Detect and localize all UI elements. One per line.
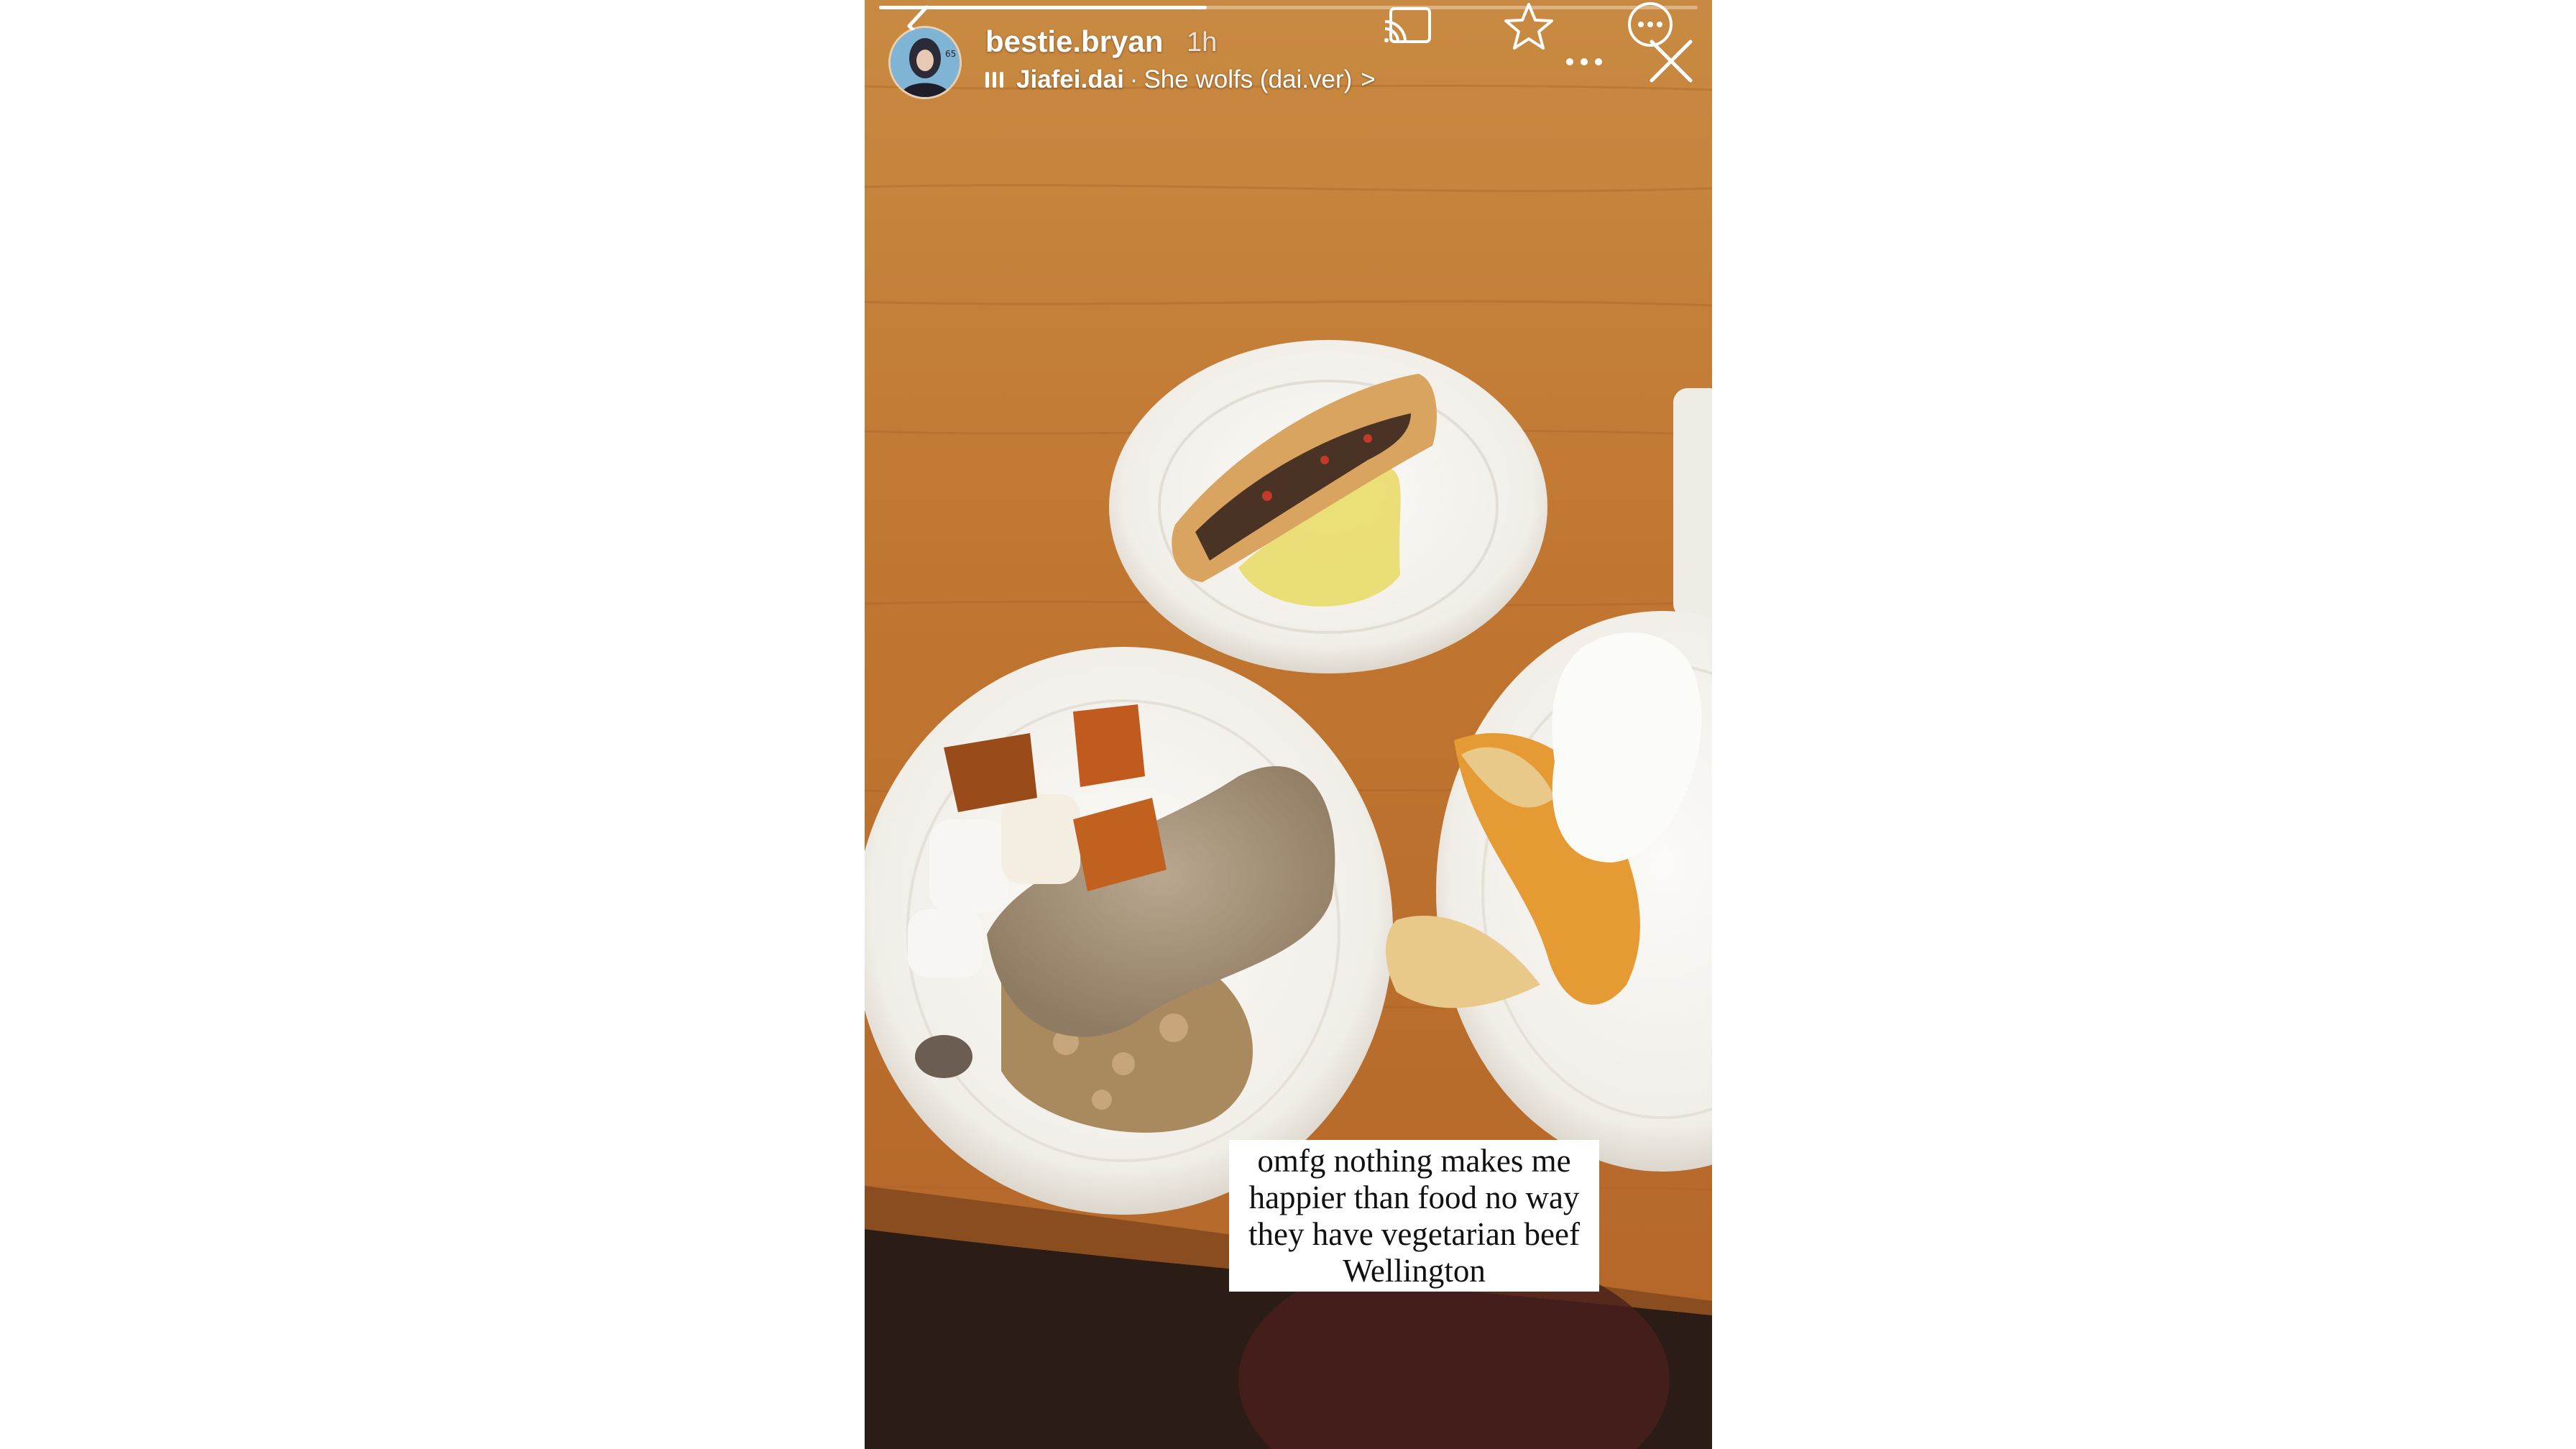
music-track: She wolfs (dai.ver) [1144,65,1353,93]
star-icon[interactable] [1503,1,1555,52]
username[interactable]: bestie.bryan [985,24,1163,59]
music-artist: Jiafei.dai [1016,65,1124,93]
svg-text:65: 65 [945,49,956,59]
cast-icon[interactable] [1381,4,1435,52]
music-separator: · [1129,65,1138,93]
avatar[interactable]: 65 [888,26,962,99]
story-viewer[interactable]: 65 bestie.bryan 1h Jiafei.dai · She wolf… [865,0,1712,1449]
post-time: 1h [1187,27,1218,58]
close-x-icon[interactable] [1646,36,1696,86]
music-attribution[interactable]: Jiafei.dai · She wolfs (dai.ver) > [985,63,1376,96]
more-dots-icon[interactable] [1564,55,1604,69]
music-bars-icon [985,70,1003,89]
chevron-right-icon: > [1361,65,1376,93]
story-caption: omfg nothing makes me happier than food … [1229,1140,1599,1292]
story-progress-bar [879,6,1698,9]
